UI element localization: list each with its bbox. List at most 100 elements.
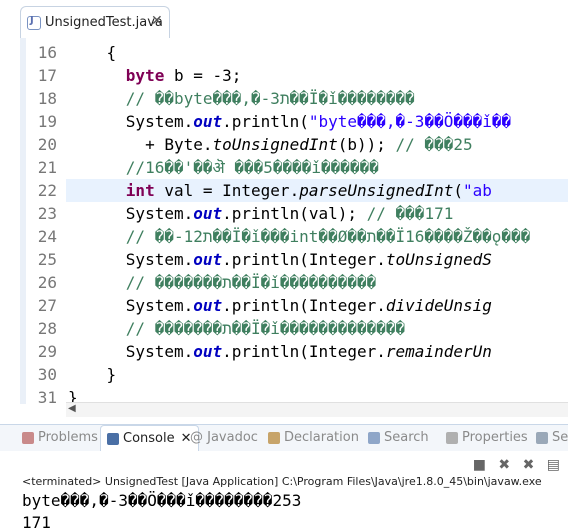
code-token: // �������ת��Ï�ǐ���������� [68, 273, 377, 292]
console-panel: Problems Console ✕ @ Javadoc Declaration Sear… [0, 424, 568, 532]
code-token: { [68, 43, 117, 62]
tab-label: Properties [462, 430, 528, 445]
terminated-label: <terminated> UnsignedTest [Java Applicat… [22, 475, 542, 488]
editor-tab-bar: UnsignedTest.java ✕ [0, 0, 568, 39]
code-line[interactable]: System.out.println(Integer.divideUnsig [68, 294, 492, 317]
search-icon [368, 431, 380, 444]
code-token: toUnsignedS [385, 250, 492, 269]
code-line[interactable]: System.out.println(val); // ���171 [68, 202, 454, 225]
code-token: divideUnsig [385, 296, 492, 315]
code-token: System. [68, 296, 194, 315]
line-number: 20 [37, 135, 57, 154]
code-token: remainderUn [385, 342, 492, 361]
code-line[interactable]: //16��'��ऄ ���5����ǐ������ [68, 156, 379, 179]
line-number: 31 [37, 388, 57, 407]
code-token: val = Integer. [154, 181, 300, 200]
close-icon[interactable]: ✕ [151, 13, 163, 29]
line-number: 24 [37, 227, 57, 246]
code-token: (b)); [337, 135, 396, 154]
code-line[interactable]: byte b = -3; [68, 64, 242, 87]
code-line[interactable]: System.out.println("byte���,�-3��Ö���ǐ�� [68, 110, 511, 133]
line-number: 25 [37, 250, 57, 269]
code-line[interactable]: // ��byte���,�-ת3��Ï�ǐ�������� [68, 87, 415, 110]
code-token: out [193, 342, 223, 361]
terminate-icon[interactable]: ■ [473, 457, 486, 473]
code-token: .println(val); [222, 204, 367, 223]
line-number: 29 [37, 342, 57, 361]
code-token: toUnsignedInt [212, 135, 338, 154]
code-token: "ab [462, 181, 492, 200]
tab-label: Console [123, 431, 175, 446]
code-line[interactable]: // �������ת��Ï�ǐ������������� [68, 317, 405, 340]
tab-javadoc[interactable]: @ Javadoc [190, 425, 258, 451]
code-token: } [68, 365, 117, 384]
code-line[interactable]: // �������ת��Ï�ǐ���������� [68, 271, 376, 294]
code-line[interactable]: // ��-ת12��Ï�ǐ���int��Ø��ת��Ï16����Ž��ǫ�… [68, 225, 531, 248]
code-token: // �������ת��Ï�ǐ������������� [68, 319, 406, 338]
tab-problems[interactable]: Problems [22, 425, 98, 451]
line-number: 16 [37, 43, 57, 62]
java-file-icon [27, 15, 41, 30]
console-output-line: byte���,�-3��Ö���ǐ��������253 [22, 491, 302, 510]
code-line[interactable]: System.out.println(Integer.remainderUn [68, 340, 492, 363]
line-number: 21 [37, 158, 57, 177]
line-number: 30 [37, 365, 57, 384]
scroll-left-arrow-icon[interactable]: ◀ [68, 403, 76, 414]
code-token: + Byte. [68, 135, 213, 154]
code-line[interactable]: System.out.println(Integer.toUnsignedS [68, 248, 492, 271]
remove-all-launches-icon[interactable]: ✖ [523, 457, 535, 473]
tab-label: Search [384, 430, 429, 445]
tab-label: Declaration [284, 430, 359, 445]
tab-properties[interactable]: Properties [446, 425, 528, 451]
declaration-icon [268, 431, 280, 444]
servers-icon [536, 431, 548, 444]
tab-declaration[interactable]: Declaration [268, 425, 359, 451]
code-line[interactable]: { [68, 41, 117, 64]
code-token: .println( [222, 112, 309, 131]
line-number: 26 [37, 273, 57, 292]
line-number: 19 [37, 112, 57, 131]
code-token: ( [453, 181, 463, 200]
editor-tab-label: UnsignedTest.java [45, 15, 163, 30]
code-line[interactable]: } [68, 363, 117, 386]
properties-icon [446, 431, 458, 444]
tab-label: Problems [38, 430, 98, 445]
code-line[interactable]: int val = Integer.parseUnsignedInt("ab [68, 179, 492, 202]
console-toolbar: ■ ✖ ✖ ▤ [465, 457, 560, 473]
line-number: 28 [37, 319, 57, 338]
code-token: out [193, 204, 223, 223]
code-token: "byte���,�-3��Ö���ǐ�� [308, 112, 512, 131]
code-token: int [125, 181, 155, 200]
pin-console-icon[interactable]: ▤ [547, 457, 560, 473]
code-token: // ��byte���,�-ת3��Ï�ǐ�������� [68, 89, 415, 108]
code-token: //16��'��ऄ ���5����ǐ������ [68, 158, 379, 177]
line-number: 27 [37, 296, 57, 315]
console-output-line: 171 [22, 513, 51, 532]
view-tabs: Problems Console ✕ @ Javadoc Declaration Sear… [0, 425, 568, 451]
code-token: System. [68, 250, 194, 269]
code-token: out [193, 250, 223, 269]
line-number: 23 [37, 204, 57, 223]
code-token: // ���171 [366, 204, 454, 223]
editor-tab-unsignedtest[interactable]: UnsignedTest.java ✕ [20, 6, 170, 38]
code-token: byte [125, 66, 165, 85]
code-token: .println(Integer. [222, 296, 386, 315]
code-token: System. [68, 342, 194, 361]
tab-console[interactable]: Console ✕ [100, 425, 199, 451]
code-token: // ���25 [395, 135, 473, 154]
remove-launch-icon[interactable]: ✖ [498, 457, 510, 473]
tab-se[interactable]: Se [536, 425, 568, 451]
tab-label: @ Javadoc [190, 430, 258, 445]
code-token: .println(Integer. [222, 250, 386, 269]
code-token: out [193, 296, 223, 315]
code-editor[interactable]: 16 {17 byte b = -3; 18 // ��byte���,�-ת3�… [0, 38, 568, 407]
code-token: System. [68, 204, 194, 223]
horizontal-scrollbar[interactable]: ◀ [66, 402, 568, 417]
code-line[interactable]: + Byte.toUnsignedInt(b)); // ���25 [68, 133, 473, 156]
line-number: 18 [37, 89, 57, 108]
tab-search[interactable]: Search [368, 425, 429, 451]
line-number: 17 [37, 66, 57, 85]
problems-icon [22, 431, 34, 444]
